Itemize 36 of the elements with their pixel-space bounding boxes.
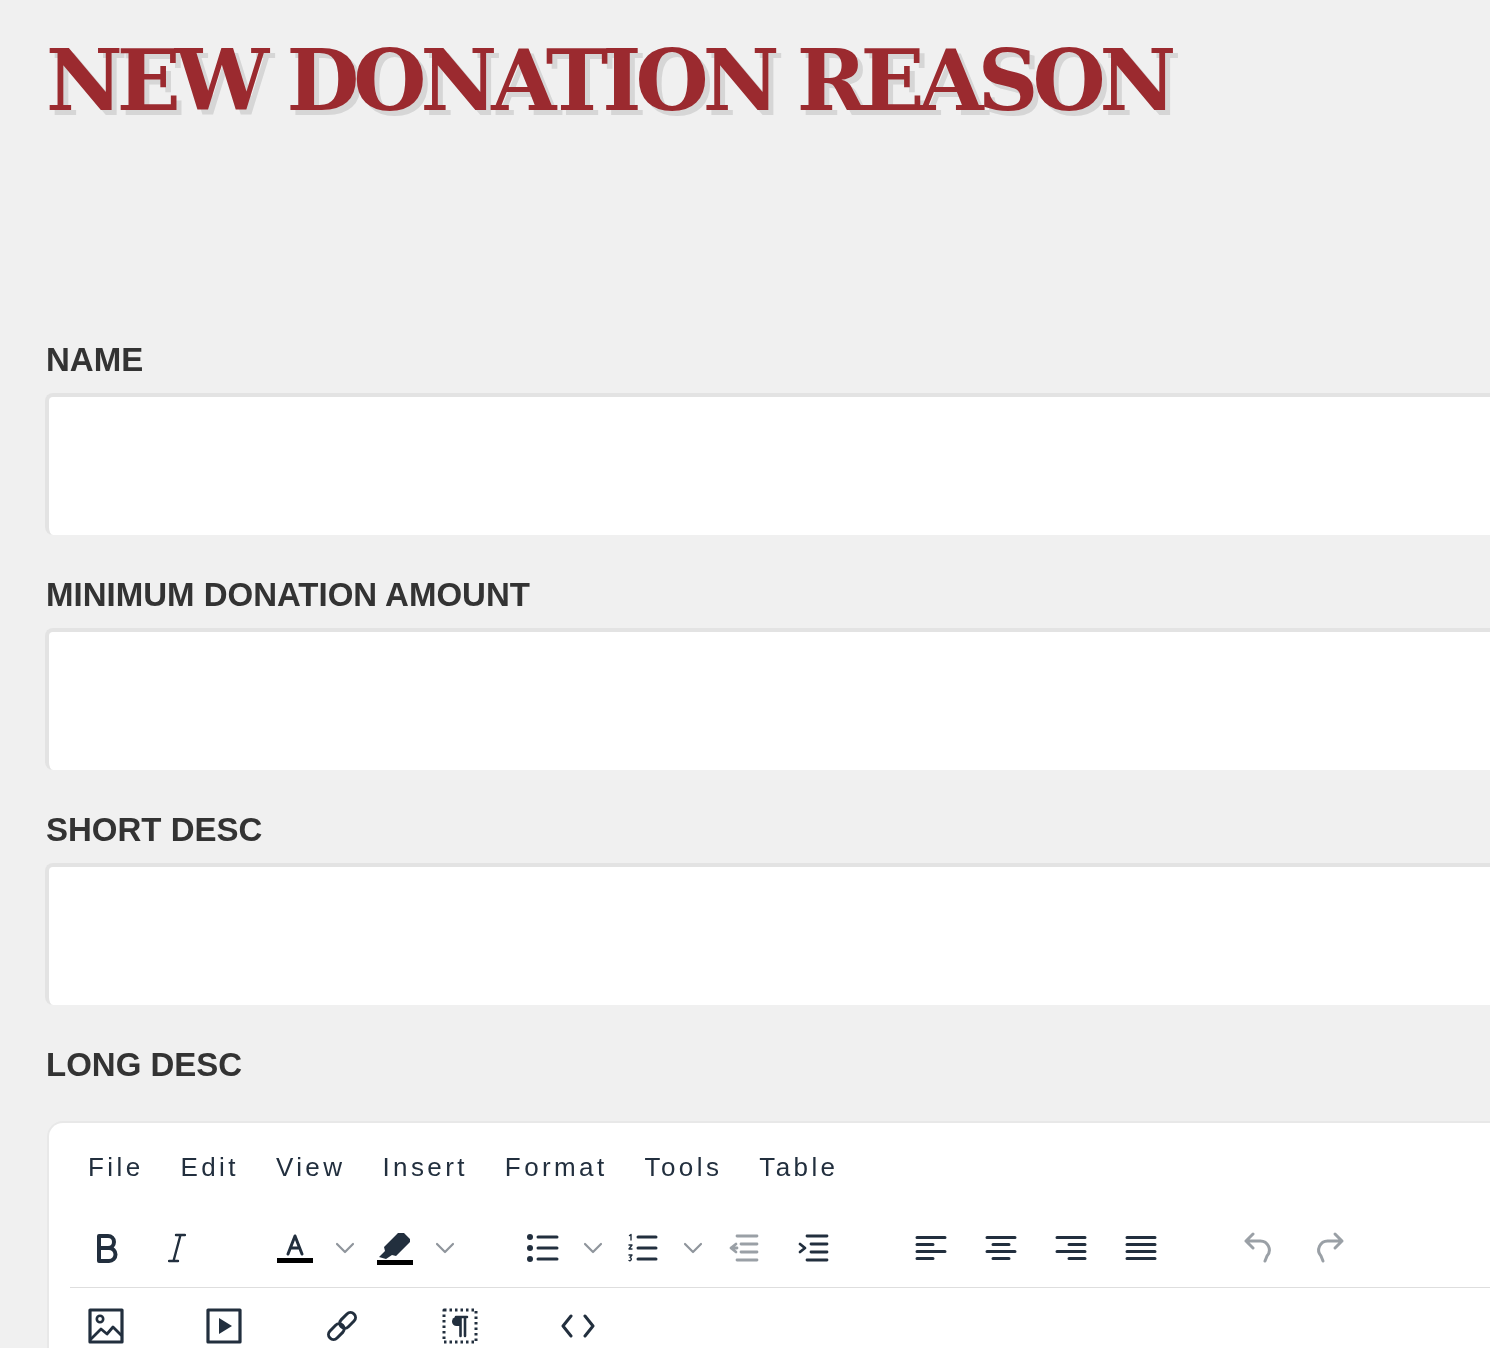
menu-item[interactable]: Insert	[364, 1145, 486, 1190]
page-title: NEW DONATION REASON	[46, 39, 1171, 123]
chevron-down-icon	[435, 1241, 455, 1254]
bold-icon	[96, 1232, 118, 1263]
field-label: LONG DESC	[46, 1045, 243, 1085]
bullet-list-icon	[527, 1232, 559, 1263]
outdent-icon	[727, 1232, 759, 1263]
align-center-icon	[985, 1234, 1017, 1261]
link-icon	[324, 1308, 360, 1344]
chevron-down-icon	[683, 1241, 703, 1254]
align-right-icon	[1055, 1234, 1087, 1261]
chevron-down-icon	[335, 1241, 355, 1254]
play-square-icon	[206, 1308, 242, 1344]
menu-item[interactable]: Tools	[626, 1145, 741, 1190]
menu-item[interactable]: Edit	[162, 1145, 257, 1190]
menu-item[interactable]: View	[257, 1145, 364, 1190]
align-left-icon	[915, 1234, 947, 1261]
field-label: MINIMUM DONATION AMOUNT	[46, 575, 530, 615]
align-justify-icon	[1125, 1234, 1157, 1261]
text-input-field[interactable]	[45, 628, 1490, 770]
marker-pen-icon	[377, 1230, 413, 1265]
menu-item[interactable]: File	[70, 1145, 162, 1190]
numbered-list-icon	[628, 1232, 658, 1263]
angle-brackets-icon	[561, 1314, 595, 1338]
menu-item[interactable]: Format	[486, 1145, 626, 1190]
italic-icon	[168, 1232, 186, 1263]
field-label: SHORT DESC	[46, 810, 263, 850]
menu-item[interactable]: Table	[741, 1145, 857, 1190]
image-icon	[88, 1308, 124, 1344]
text-input-field[interactable]	[45, 863, 1490, 1005]
text-input-field[interactable]	[45, 393, 1490, 535]
underlined-a-icon	[277, 1232, 313, 1263]
indent-icon	[797, 1232, 829, 1263]
field-label: NAME	[46, 340, 144, 380]
dotted-pilcrow-icon	[442, 1308, 478, 1344]
chevron-down-icon	[583, 1241, 603, 1254]
